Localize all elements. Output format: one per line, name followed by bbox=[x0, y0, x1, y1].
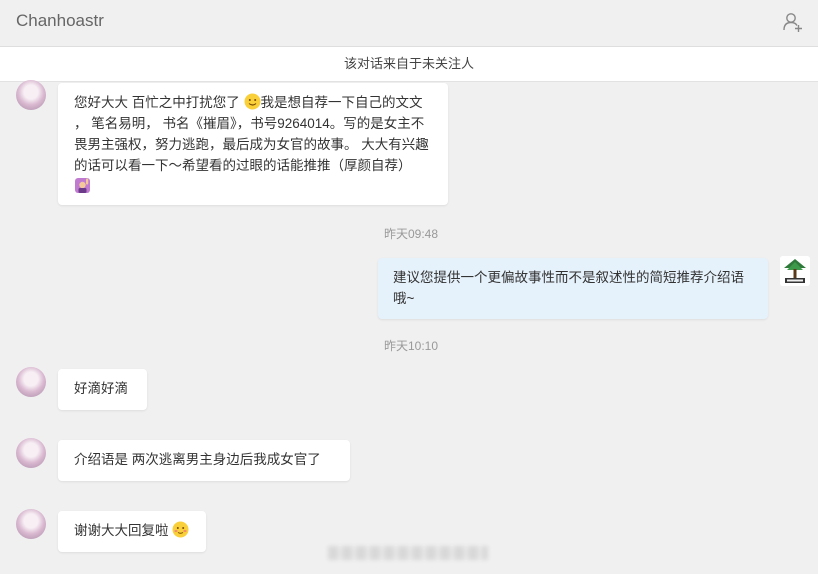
message-bubble: 谢谢大大回复啦 bbox=[58, 511, 206, 552]
message-text: 介绍语是 两次逃离男主身边后我成女官了 bbox=[74, 452, 321, 467]
raising-hand-emoji-icon bbox=[75, 178, 90, 193]
message-bubble: 介绍语是 两次逃离男主身边后我成女官了 bbox=[58, 440, 350, 481]
my-avatar[interactable] bbox=[780, 256, 810, 286]
blush-emoji-icon bbox=[172, 521, 189, 538]
message-bubble: 您好大大 百忙之中打扰您了 我是想自荐一下自己的文文 ， 笔名易明， 书名《摧眉… bbox=[58, 83, 448, 205]
sender-avatar[interactable] bbox=[16, 509, 46, 539]
stranger-notice: 该对话来自于未关注人 bbox=[0, 47, 818, 82]
smile-emoji-icon bbox=[244, 93, 261, 110]
tree-icon bbox=[780, 256, 810, 286]
message-text: 好滴好滴 bbox=[74, 381, 128, 396]
watermark bbox=[328, 546, 488, 560]
sender-avatar[interactable] bbox=[16, 438, 46, 468]
chat-title: Chanhoastr bbox=[16, 11, 104, 30]
message-bubble-sent: 建议您提供一个更偏故事性而不是叙述性的简短推荐介绍语哦~ bbox=[378, 258, 768, 319]
add-user-icon[interactable] bbox=[782, 11, 804, 33]
timestamp: 昨天09:48 bbox=[384, 227, 439, 241]
timestamp: 昨天10:10 bbox=[384, 339, 439, 353]
message-text: 您好大大 百忙之中打扰您了 bbox=[74, 95, 240, 110]
sender-avatar[interactable] bbox=[16, 367, 46, 397]
sender-avatar[interactable] bbox=[16, 80, 46, 110]
message-text: 谢谢大大回复啦 bbox=[74, 523, 169, 538]
message-bubble: 好滴好滴 bbox=[58, 369, 147, 410]
chat-header: Chanhoastr bbox=[0, 0, 818, 47]
message-text: 建议您提供一个更偏故事性而不是叙述性的简短推荐介绍语哦~ bbox=[393, 270, 744, 306]
